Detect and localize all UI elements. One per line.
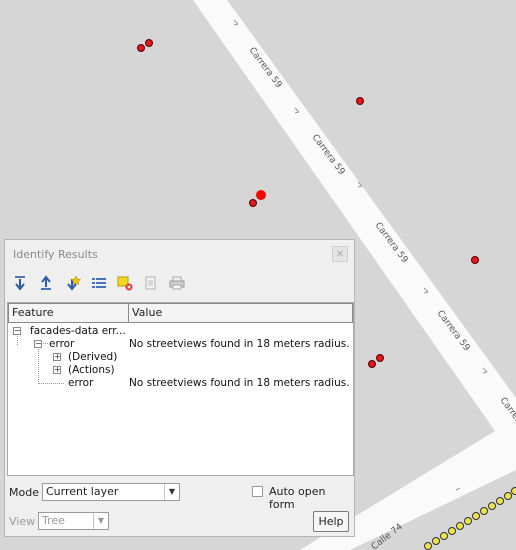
auto-open-form-checkbox[interactable] [252,486,263,497]
expand-icon[interactable]: + [53,366,61,374]
mode-select-value: Current layer [46,485,119,498]
feature-name: error [68,377,94,389]
copy-icon[interactable] [141,273,161,293]
collapse-icon[interactable]: − [13,327,21,335]
column-header-value[interactable]: Value [129,303,353,323]
expand-tree-icon[interactable] [11,273,31,293]
chevron-down-icon: ▼ [93,513,108,529]
view-select: Tree ▼ [38,512,109,530]
chevron-down-icon[interactable]: ▼ [164,484,179,500]
auto-open-form-label[interactable]: Auto open form [269,485,354,511]
close-icon[interactable]: ✕ [332,246,348,262]
panel-titlebar[interactable]: Identify Results ✕ [5,240,354,268]
feature-name: facades-data err... [30,325,126,337]
mode-select[interactable]: Current layer ▼ [42,483,180,501]
results-tree[interactable]: Feature Value − facades-data err... − er… [7,302,354,476]
view-select-value: Tree [42,514,65,527]
tree-row-actions[interactable]: + (Actions) [8,364,353,377]
clear-results-icon[interactable] [89,273,109,293]
print-icon[interactable] [167,273,187,293]
feature-value: No streetviews found in 18 meters radius… [129,338,350,350]
identify-results-panel: Identify Results ✕ Feature Value − facad… [4,239,355,537]
collapse-tree-icon[interactable] [37,273,57,293]
help-button[interactable]: Help [313,511,349,532]
collapse-icon[interactable]: − [34,340,42,348]
tree-row-attribute[interactable]: error No streetviews found in 18 meters … [8,377,353,390]
clear-highlight-icon[interactable] [115,273,135,293]
mode-label: Mode [9,486,39,499]
feature-value: No streetviews found in 18 meters radius… [129,377,350,389]
feature-name: (Actions) [68,364,115,376]
selected-feature-point[interactable] [256,190,266,200]
column-header-feature[interactable]: Feature [8,303,129,323]
tree-row-layer[interactable]: − facades-data err... [8,325,353,338]
tree-row-feature[interactable]: − error No streetviews found in 18 meter… [8,338,353,351]
feature-name: error [49,338,75,350]
expand-icon[interactable]: + [53,353,61,361]
tree-row-derived[interactable]: + (Derived) [8,351,353,364]
expand-new-results-icon[interactable] [63,273,83,293]
view-label: View [9,515,36,528]
identify-toolbar [5,268,354,298]
results-header: Feature Value [8,303,353,323]
panel-title: Identify Results [13,247,98,261]
feature-name: (Derived) [68,351,118,363]
